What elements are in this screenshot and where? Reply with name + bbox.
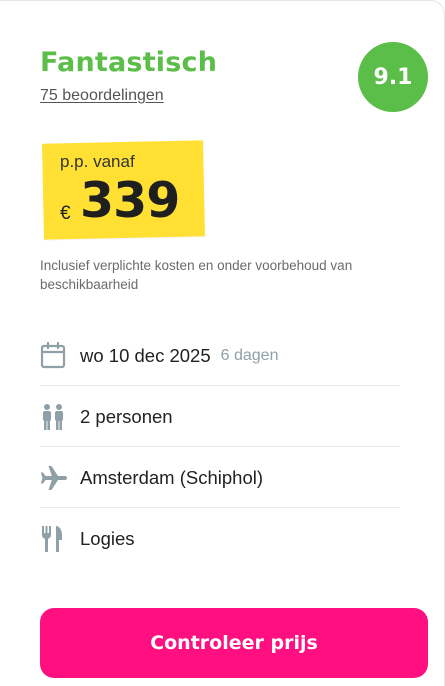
price-disclaimer: Inclusief verplichte kosten en onder voo… (40, 258, 353, 292)
travellers-count: 2 personen (80, 405, 173, 427)
reviews-link[interactable]: 75 beoordelingen (40, 87, 164, 105)
trip-duration: 6 dagen (220, 346, 279, 364)
persons-icon (40, 402, 70, 432)
price-amount: 339 (80, 172, 180, 229)
departure-date: wo 10 dec 2025 (80, 344, 211, 366)
board-type: Logies (80, 527, 135, 549)
airplane-icon (40, 463, 70, 493)
detail-row-persons: 2 personen (40, 386, 400, 447)
calendar-icon (40, 341, 70, 371)
departure-airport: Amsterdam (Schiphol) (80, 466, 264, 488)
detail-row-board: Logies (40, 508, 400, 569)
score-badge: 9.1 (358, 42, 428, 112)
detail-row-date: wo 10 dec 2025 6 dagen (40, 325, 400, 386)
price-prefix: p.p. vanaf (60, 152, 135, 171)
rating-label: Fantastisch (40, 47, 218, 78)
detail-row-airport: Amsterdam (Schiphol) (40, 447, 400, 508)
fork-knife-icon (40, 524, 70, 554)
price-currency: € (60, 203, 71, 224)
booking-summary-card: Fantastisch 75 beoordelingen 9.1 p.p. va… (0, 0, 445, 686)
check-price-button[interactable]: Controleer prijs (40, 608, 428, 678)
